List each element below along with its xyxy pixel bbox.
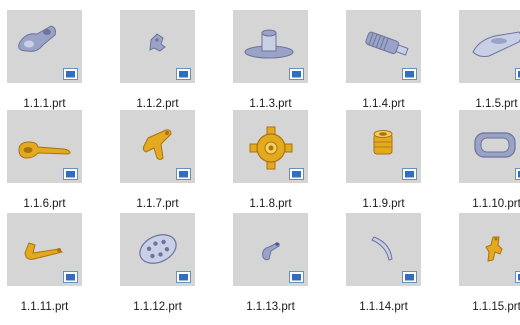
- file-type-badge-icon: [63, 168, 78, 180]
- file-item[interactable]: 1.1.2.prt: [113, 10, 213, 114]
- file-thumbnail[interactable]: [459, 110, 520, 183]
- file-item[interactable]: 1.1.9.prt: [339, 110, 439, 214]
- part-rounded-frame-icon: [474, 132, 516, 158]
- file-type-badge-icon: [176, 68, 191, 80]
- file-item[interactable]: 1.1.12.prt: [113, 213, 213, 317]
- file-type-badge-icon: [402, 68, 417, 80]
- file-thumbnail[interactable]: [120, 110, 195, 183]
- file-name[interactable]: 1.1.13.prt: [226, 301, 315, 313]
- file-type-badge-icon: [289, 271, 304, 283]
- file-type-badge-icon: [176, 271, 191, 283]
- file-thumbnail[interactable]: [7, 10, 82, 83]
- file-type-badge-icon: [176, 168, 191, 180]
- file-thumbnail[interactable]: [233, 213, 308, 286]
- file-name[interactable]: 1.1.10.prt: [452, 198, 520, 210]
- file-type-badge-icon: [289, 68, 304, 80]
- file-thumbnail[interactable]: [346, 10, 421, 83]
- file-name[interactable]: 1.1.3.prt: [226, 98, 315, 110]
- file-thumbnail[interactable]: [459, 10, 520, 83]
- file-name[interactable]: 1.1.12.prt: [113, 301, 202, 313]
- file-item[interactable]: 1.1.1.prt: [0, 10, 100, 114]
- file-grid: 1.1.1.prt 1.1.2.prt 1.1.3.prt 1.1.4.prt 1.1.…: [0, 0, 520, 325]
- file-name[interactable]: 1.1.6.prt: [0, 198, 89, 210]
- file-item[interactable]: 1.1.4.prt: [339, 10, 439, 114]
- file-type-badge-icon: [402, 271, 417, 283]
- file-name[interactable]: 1.1.5.prt: [452, 98, 520, 110]
- file-item[interactable]: 1.1.15.prt: [452, 213, 520, 317]
- file-name[interactable]: 1.1.8.prt: [226, 198, 315, 210]
- file-type-badge-icon: [289, 168, 304, 180]
- file-type-badge-icon: [515, 68, 520, 80]
- file-name[interactable]: 1.1.4.prt: [339, 98, 428, 110]
- file-item[interactable]: 1.1.3.prt: [226, 10, 326, 114]
- file-item[interactable]: 1.1.6.prt: [0, 110, 100, 214]
- file-thumbnail[interactable]: [346, 110, 421, 183]
- file-item[interactable]: 1.1.14.prt: [339, 213, 439, 317]
- file-type-badge-icon: [63, 68, 78, 80]
- file-thumbnail[interactable]: [233, 10, 308, 83]
- file-name[interactable]: 1.1.14.prt: [339, 301, 428, 313]
- file-thumbnail[interactable]: [7, 213, 82, 286]
- file-name[interactable]: 1.1.9.prt: [339, 198, 428, 210]
- file-name[interactable]: 1.1.11.prt: [0, 301, 89, 313]
- file-thumbnail[interactable]: [233, 110, 308, 183]
- file-item[interactable]: 1.1.5.prt: [452, 10, 520, 114]
- file-item[interactable]: 1.1.8.prt: [226, 110, 326, 214]
- file-name[interactable]: 1.1.2.prt: [113, 98, 202, 110]
- file-item[interactable]: 1.1.7.prt: [113, 110, 213, 214]
- file-thumbnail[interactable]: [120, 213, 195, 286]
- file-name[interactable]: 1.1.7.prt: [113, 198, 202, 210]
- part-wedge-block-icon: [472, 31, 520, 57]
- file-thumbnail[interactable]: [120, 10, 195, 83]
- file-thumbnail[interactable]: [346, 213, 421, 286]
- file-type-badge-icon: [515, 271, 520, 283]
- file-type-badge-icon: [402, 168, 417, 180]
- file-thumbnail[interactable]: [7, 110, 82, 183]
- part-gold-link-icon: [485, 236, 503, 262]
- file-name[interactable]: 1.1.1.prt: [0, 98, 89, 110]
- file-item[interactable]: 1.1.11.prt: [0, 213, 100, 317]
- file-item[interactable]: 1.1.13.prt: [226, 213, 326, 317]
- file-thumbnail[interactable]: [459, 213, 520, 286]
- file-name[interactable]: 1.1.15.prt: [452, 301, 520, 313]
- file-type-badge-icon: [63, 271, 78, 283]
- file-type-badge-icon: [515, 168, 520, 180]
- file-item[interactable]: 1.1.10.prt: [452, 110, 520, 214]
